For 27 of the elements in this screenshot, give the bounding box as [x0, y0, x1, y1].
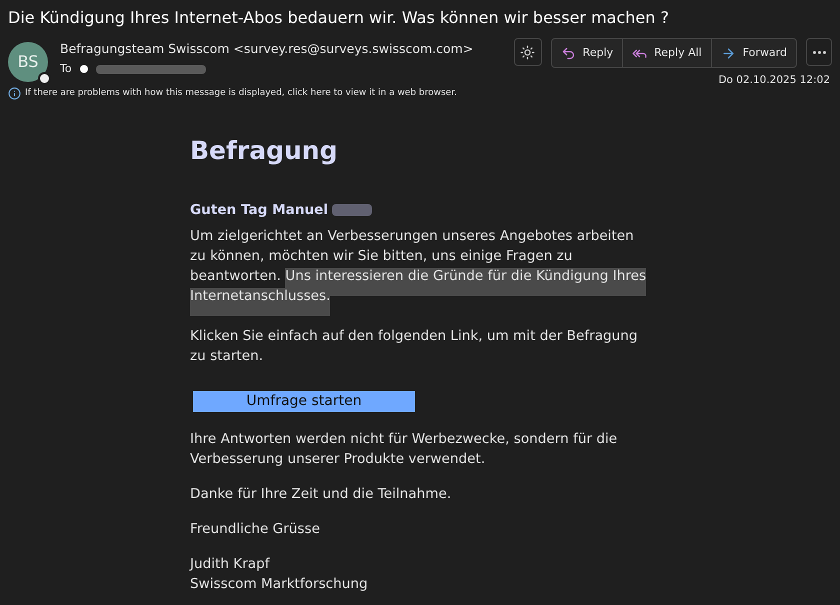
- email-subject: Die Kündigung Ihres Internet-Abos bedauern wir. Was können wir besser machen ?: [7, 7, 670, 29]
- forward-icon: [720, 46, 736, 60]
- more-button[interactable]: [806, 38, 832, 66]
- info-link[interactable]: If there are problems with how this message is displayed, click here to view it in a web browser.: [25, 86, 457, 100]
- avatar: BS: [8, 42, 48, 82]
- body-paragraph: Ihre Antworten werden nicht für Werbezwecke, sondern für die Verbesserung unserer Produkte verwendet.: [190, 430, 618, 470]
- instruction-text: Klicken Sie einfach auf den folgenden Link, um mit der Befragung zu starten.: [190, 327, 639, 366]
- toolbar-button[interactable]: Reply All: [622, 39, 711, 67]
- blurred-name: [332, 204, 372, 216]
- greeting: Guten Tag Manuel: [190, 201, 328, 220]
- reply-icon: [560, 46, 576, 60]
- status-icon: [38, 72, 51, 85]
- signature-line: Swisscom Marktforschung: [190, 575, 369, 594]
- toolbar-button[interactable]: Reply: [552, 39, 622, 67]
- sun-icon: [520, 44, 536, 60]
- to-label: To: [60, 60, 72, 77]
- info-icon: [8, 87, 21, 100]
- body-paragraph: Freundliche Grüsse: [190, 520, 321, 540]
- message-date: Do 02.10.2025 12:02: [718, 73, 830, 88]
- email-heading: Befragung: [190, 136, 338, 166]
- body-paragraph: Danke für Ihre Zeit und die Teilnahme.: [190, 485, 452, 504]
- signature-line: Judith Krapf: [190, 555, 271, 574]
- sender-name: Befragungsteam Swisscom <survey.res@surveys.swisscom.com>: [60, 40, 474, 58]
- survey-button[interactable]: Umfrage starten: [193, 391, 415, 412]
- more-icon: [812, 50, 826, 54]
- theme-button[interactable]: [514, 38, 542, 66]
- toolbar-button[interactable]: Forward: [710, 39, 796, 67]
